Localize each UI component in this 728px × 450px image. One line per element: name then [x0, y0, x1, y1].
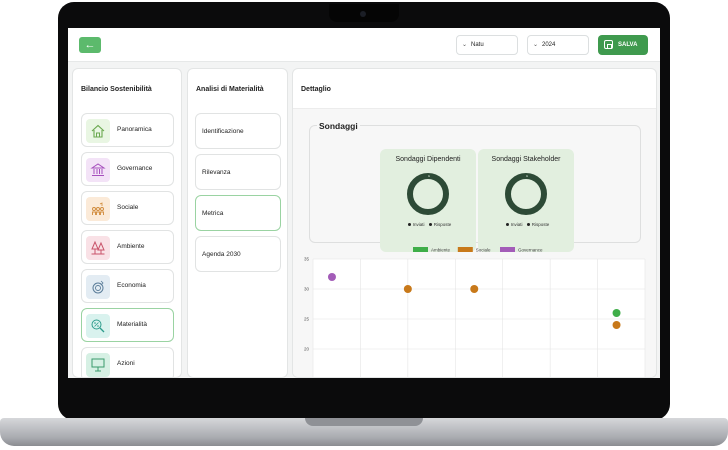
surveys-section-title: Sondaggi: [317, 121, 360, 131]
scatter-point: [403, 285, 412, 293]
top-bar: ← ⌄ Natu ⌄ 2024 SALVA: [68, 28, 660, 62]
legend-swatch: [457, 247, 473, 252]
people-icon: [86, 197, 110, 221]
presentation-icon: [86, 353, 110, 377]
month-select-value: Natu: [471, 42, 484, 48]
scatter-point: [612, 309, 621, 317]
scatter-point: [612, 321, 621, 329]
sidebar-item-governance[interactable]: Governance: [81, 152, 174, 186]
laptop-frame: ← ⌄ Natu ⌄ 2024 SALVA Bilancio Sostenibi…: [0, 0, 728, 450]
app-screen: ← ⌄ Natu ⌄ 2024 SALVA Bilancio Sostenibi…: [68, 28, 660, 378]
legend-inviati: Inviati: [412, 222, 425, 227]
save-button-label: SALVA: [618, 42, 638, 48]
sidebar-item-label: Governance: [117, 165, 153, 172]
materiality-scatter-chart: 35 30 25 20 Ambiente Sociale Governance: [293, 245, 656, 377]
sidebar-item-label: Materialità: [117, 321, 147, 328]
legend-swatch: [413, 247, 428, 252]
survey-legend: Inviati Risposte: [380, 222, 476, 227]
sidebar-item-label: Sociale: [117, 204, 139, 211]
detail-panel: Dettaglio Sondaggi Dipendenti Inviati Ri…: [292, 68, 657, 378]
sidebar-item-label: Panoramica: [117, 126, 152, 133]
sidebar-item-economia[interactable]: Economia: [81, 269, 174, 303]
legend-inviati: Inviati: [510, 222, 523, 227]
survey-legend: Inviati Risposte: [478, 222, 574, 227]
surveys-section: Sondaggi Dipendenti Inviati Risposte Son…: [309, 125, 641, 252]
chevron-down-icon: ⌄: [462, 42, 468, 48]
sidebar-title: Bilancio Sostenibilità: [81, 86, 152, 93]
survey-card-title: Sondaggi Dipendenti: [395, 156, 461, 163]
sidebar-item-label: Ambiente: [117, 243, 145, 250]
survey-donut-chart: [505, 173, 547, 215]
month-select[interactable]: ⌄ Natu: [456, 35, 518, 55]
save-icon: [604, 40, 613, 49]
detail-title: Dettaglio: [301, 86, 331, 93]
submenu-item-metrica[interactable]: Metrica: [195, 195, 281, 231]
back-button[interactable]: ←: [79, 37, 101, 53]
sidebar-panel: Bilancio Sostenibilità Panoramica Govern…: [72, 68, 182, 378]
save-button[interactable]: SALVA: [598, 35, 648, 55]
submenu-item-rilevanza[interactable]: Rilevanza: [195, 154, 281, 190]
laptop-lid-notch: [305, 418, 423, 426]
trees-icon: [86, 236, 110, 260]
scatter-point: [470, 285, 479, 293]
y-tick-label: 20: [304, 347, 310, 352]
legend-swatch: [500, 247, 515, 252]
legend-risposte: Risposte: [531, 222, 550, 227]
search-percent-icon: [86, 314, 110, 338]
chevron-down-icon: ⌄: [533, 42, 539, 48]
legend-risposte: Risposte: [433, 222, 452, 227]
y-tick-label: 25: [304, 317, 310, 322]
submenu-item-label: Metrica: [202, 210, 224, 217]
survey-card-stakeholder[interactable]: Sondaggi Stakeholder Inviati Risposte: [478, 149, 574, 252]
legend-label: Ambiente: [431, 247, 451, 252]
y-tick-label: 30: [304, 287, 310, 292]
year-select[interactable]: ⌄ 2024: [527, 35, 589, 55]
survey-card-title: Sondaggi Stakeholder: [491, 156, 561, 163]
legend-label: Governance: [518, 247, 543, 252]
sidebar-item-label: Azioni: [117, 360, 135, 367]
screen-chin: [68, 378, 660, 404]
submenu-item-identificazione[interactable]: Identificazione: [195, 113, 281, 149]
bank-icon: [86, 158, 110, 182]
sidebar-item-panoramica[interactable]: Panoramica: [81, 113, 174, 147]
survey-card-dipendenti[interactable]: Sondaggi Dipendenti Inviati Risposte: [380, 149, 476, 252]
submenu-title: Analisi di Materialità: [196, 86, 264, 93]
submenu-item-agenda-2030[interactable]: Agenda 2030: [195, 236, 281, 272]
home-icon: [86, 119, 110, 143]
sidebar-item-materialita[interactable]: Materialità: [81, 308, 174, 342]
survey-donut-chart: [407, 173, 449, 215]
sidebar-item-label: Economia: [117, 282, 146, 289]
submenu-panel: Analisi di Materialità Identificazione R…: [187, 68, 288, 378]
scatter-chart-svg: 35 30 25 20 Ambiente Sociale Governance: [304, 247, 646, 377]
plot-area: [313, 259, 645, 377]
submenu-item-label: Agenda 2030: [202, 251, 241, 258]
detail-body: Sondaggi Dipendenti Inviati Risposte Son…: [293, 109, 656, 377]
y-tick-label: 35: [304, 257, 310, 262]
sidebar-item-sociale[interactable]: Sociale: [81, 191, 174, 225]
detail-header: Dettaglio: [293, 69, 656, 109]
scatter-point: [327, 273, 336, 281]
sidebar-item-azioni[interactable]: Azioni: [81, 347, 174, 377]
camera-lens: [360, 11, 366, 17]
submenu-item-label: Rilevanza: [202, 169, 231, 176]
year-select-value: 2024: [542, 42, 556, 48]
arrow-left-icon: ←: [84, 39, 96, 51]
sidebar-item-ambiente[interactable]: Ambiente: [81, 230, 174, 264]
coin-icon: [86, 275, 110, 299]
legend-label: Sociale: [476, 247, 491, 252]
submenu-item-label: Identificazione: [202, 128, 244, 135]
